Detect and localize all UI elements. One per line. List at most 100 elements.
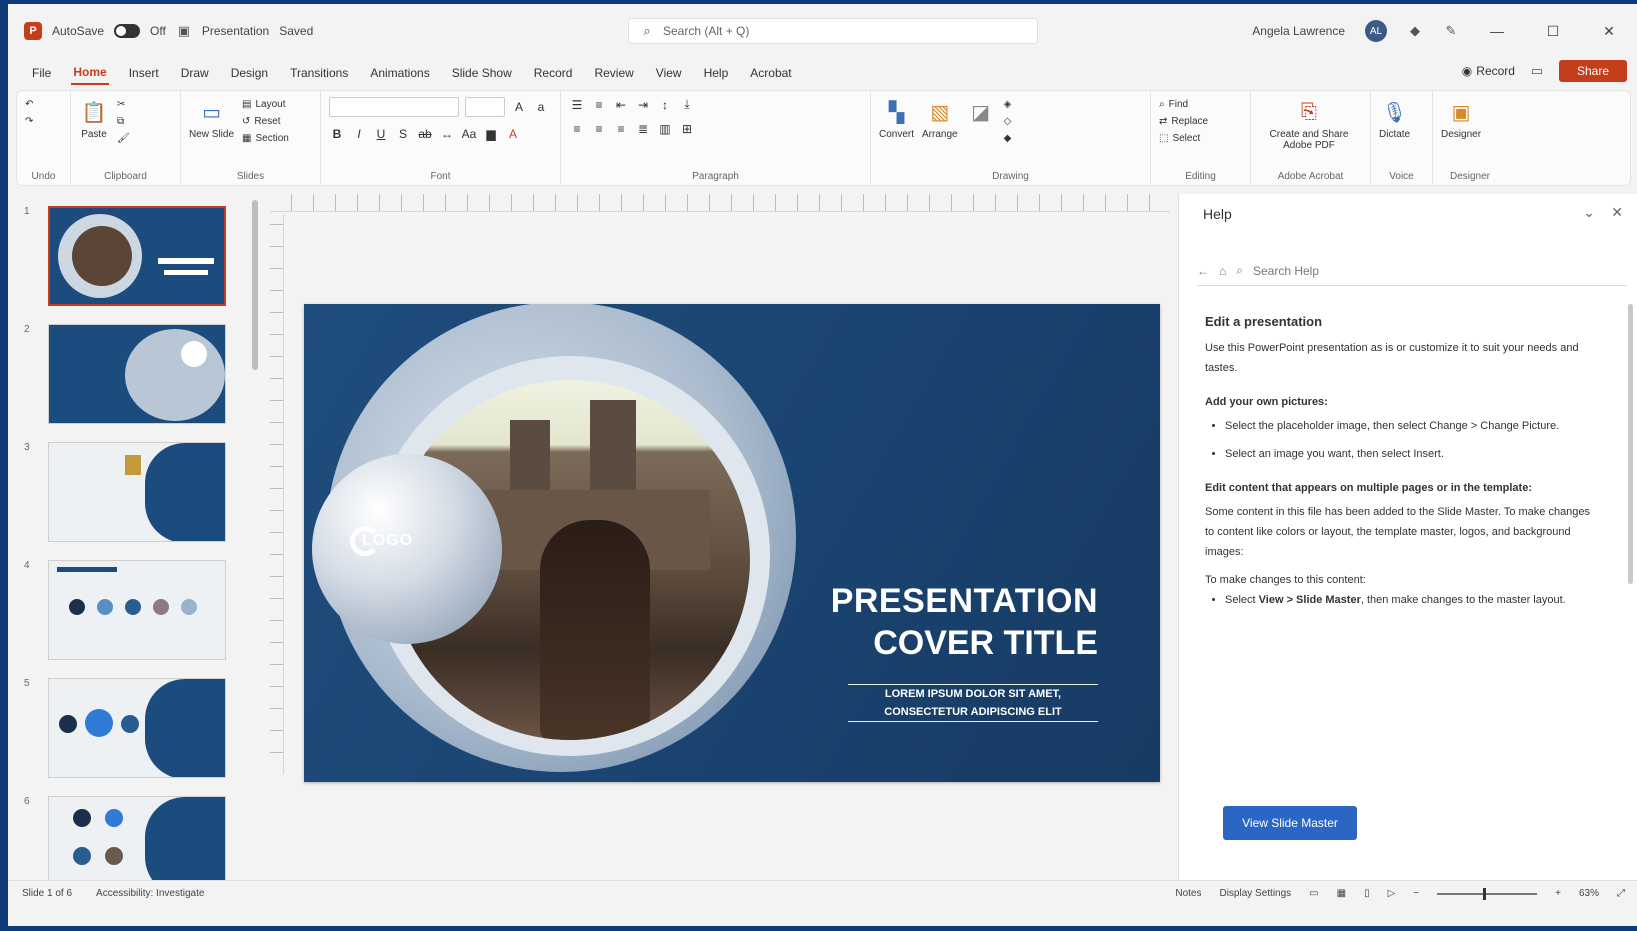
pane-options-icon[interactable]: ⌄ <box>1583 204 1595 221</box>
thumbnail-row[interactable]: 4 <box>18 560 233 662</box>
font-name-select[interactable] <box>329 97 459 117</box>
shape-fill-icon[interactable]: ◈ <box>1004 99 1012 110</box>
tab-slide-show[interactable]: Slide Show <box>450 62 514 84</box>
undo-icon[interactable]: ↶ <box>25 99 33 110</box>
thumbnail-row[interactable]: 2 <box>18 324 233 426</box>
reading-view-icon[interactable]: ▯ <box>1364 888 1370 899</box>
tab-animations[interactable]: Animations <box>368 62 431 84</box>
align-right-icon[interactable]: ≡ <box>613 122 629 136</box>
justify-icon[interactable]: ≣ <box>635 122 651 136</box>
slideshow-icon[interactable]: ▷ <box>1388 888 1396 899</box>
tab-help[interactable]: Help <box>702 62 731 84</box>
thumbnails-scrollbar[interactable] <box>252 200 258 370</box>
back-icon[interactable]: ← <box>1197 264 1209 278</box>
search-box[interactable]: ⌕ Search (Alt + Q) <box>628 18 1038 44</box>
view-slide-master-button[interactable]: View Slide Master <box>1223 806 1357 840</box>
thumbnail-row[interactable]: 1 <box>18 206 233 308</box>
designer-button[interactable]: ▣ Designer <box>1441 97 1481 141</box>
align-left-icon[interactable]: ≡ <box>569 122 585 136</box>
bullets-icon[interactable]: ☰ <box>569 98 585 112</box>
slide-title-line2[interactable]: COVER TITLE <box>873 624 1098 663</box>
layout-button[interactable]: ▤ Layout <box>242 99 289 110</box>
close-icon[interactable]: ✕ <box>1591 23 1627 40</box>
strikethrough-icon[interactable]: ab <box>417 127 433 141</box>
zoom-out-icon[interactable]: − <box>1413 888 1419 899</box>
diamond-icon[interactable]: ◆ <box>1407 23 1423 39</box>
cut-icon[interactable]: ✂ <box>117 99 130 110</box>
highlight-icon[interactable]: ▆ <box>483 127 499 141</box>
quick-styles-button[interactable]: ◪ <box>966 97 996 127</box>
thumbnail-row[interactable]: 5 <box>18 678 233 780</box>
slide-sorter-icon[interactable]: ▦ <box>1337 888 1346 899</box>
font-color-icon[interactable]: A <box>505 127 521 141</box>
tab-draw[interactable]: Draw <box>179 62 211 84</box>
bold-icon[interactable]: B <box>329 127 345 141</box>
shape-effects-icon[interactable]: ◆ <box>1004 133 1012 144</box>
tab-home[interactable]: Home <box>71 61 109 85</box>
reset-button[interactable]: ↺ Reset <box>242 116 289 127</box>
zoom-slider[interactable] <box>1437 887 1538 900</box>
slide-thumbnail[interactable] <box>48 206 226 306</box>
create-pdf-button[interactable]: ⎘ Create and Share Adobe PDF <box>1259 97 1359 152</box>
find-button[interactable]: ⌕ Find <box>1159 99 1208 110</box>
maximize-icon[interactable]: ☐ <box>1535 23 1571 40</box>
home-icon[interactable]: ⌂ <box>1219 264 1226 278</box>
tab-acrobat[interactable]: Acrobat <box>748 62 793 84</box>
columns-icon[interactable]: ▥ <box>657 122 673 136</box>
accessibility-status[interactable]: Accessibility: Investigate <box>96 888 204 899</box>
slide-thumbnail[interactable] <box>48 442 226 542</box>
slide-thumbnail[interactable] <box>48 324 226 424</box>
zoom-level[interactable]: 63% <box>1579 888 1599 899</box>
font-size-select[interactable] <box>465 97 505 117</box>
slide-title-line1[interactable]: PRESENTATION <box>831 582 1098 621</box>
smartart-icon[interactable]: ⊞ <box>679 122 695 136</box>
shadow-icon[interactable]: S <box>395 127 411 141</box>
fit-slide-icon[interactable]: ⤢ <box>1617 888 1625 899</box>
autosave-toggle[interactable] <box>114 24 141 38</box>
align-center-icon[interactable]: ≡ <box>591 122 607 136</box>
spacing-icon[interactable]: ↔ <box>439 127 455 141</box>
tab-transitions[interactable]: Transitions <box>288 62 350 84</box>
minimize-icon[interactable]: — <box>1479 23 1515 39</box>
comments-icon[interactable]: ▭ <box>1529 63 1545 79</box>
numbering-icon[interactable]: ≡ <box>591 98 607 112</box>
save-icon[interactable]: ▣ <box>176 23 192 39</box>
file-name[interactable]: Presentation <box>202 24 269 38</box>
decrease-indent-icon[interactable]: ⇤ <box>613 98 629 112</box>
normal-view-icon[interactable]: ▭ <box>1309 888 1318 899</box>
copy-icon[interactable]: ⧉ <box>117 116 130 127</box>
case-icon[interactable]: Aa <box>461 127 477 141</box>
close-pane-icon[interactable]: ✕ <box>1611 204 1623 221</box>
zoom-in-icon[interactable]: + <box>1555 888 1561 899</box>
redo-icon[interactable]: ↷ <box>25 116 33 127</box>
convert-button[interactable]: ▚ Convert <box>879 97 914 141</box>
underline-icon[interactable]: U <box>373 127 389 141</box>
help-search-input[interactable]: ← ⌂ ⌕ Search Help <box>1197 256 1627 286</box>
shape-outline-icon[interactable]: ◇ <box>1004 116 1012 127</box>
dictate-button[interactable]: 🎙 Dictate <box>1379 97 1410 141</box>
record-button[interactable]: ◉ Record <box>1462 64 1515 78</box>
pen-icon[interactable]: ✎ <box>1443 23 1459 39</box>
format-painter-icon[interactable]: 🖌 <box>117 133 130 144</box>
new-slide-button[interactable]: ▭ New Slide <box>189 97 234 141</box>
tab-design[interactable]: Design <box>229 62 270 84</box>
tab-record[interactable]: Record <box>532 62 575 84</box>
display-settings-button[interactable]: Display Settings <box>1219 888 1291 899</box>
avatar[interactable]: AL <box>1365 20 1387 42</box>
paste-button[interactable]: 📋 Paste <box>79 97 109 141</box>
italic-icon[interactable]: I <box>351 127 367 141</box>
line-spacing-icon[interactable]: ↕ <box>657 98 673 112</box>
notes-button[interactable]: Notes <box>1175 888 1201 899</box>
user-name[interactable]: Angela Lawrence <box>1252 24 1345 38</box>
section-button[interactable]: ▦ Section <box>242 133 289 144</box>
slide-thumbnail[interactable] <box>48 678 226 778</box>
grow-font-icon[interactable]: A <box>511 100 527 114</box>
text-direction-icon[interactable]: ⤓ <box>679 97 695 112</box>
replace-button[interactable]: ⇄ Replace <box>1159 116 1208 127</box>
help-scrollbar[interactable] <box>1628 304 1633 584</box>
slide-subtitle[interactable]: LOREM IPSUM DOLOR SIT AMET, CONSECTETUR … <box>848 684 1098 722</box>
arrange-button[interactable]: ▧ Arrange <box>922 97 958 141</box>
thumbnail-row[interactable]: 3 <box>18 442 233 544</box>
tab-view[interactable]: View <box>654 62 684 84</box>
slide-thumbnail[interactable] <box>48 560 226 660</box>
